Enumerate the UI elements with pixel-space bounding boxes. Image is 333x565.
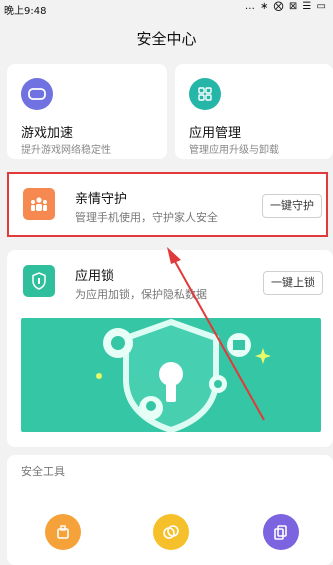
app-lock-button[interactable]: 一键上锁: [263, 271, 323, 295]
app-lock-title: 应用锁: [75, 269, 115, 284]
highlight-box: [7, 172, 328, 237]
status-icons: … ∗ ⨂ ⊠ ☰ ▭: [244, 1, 327, 12]
gamepad-icon: [21, 78, 53, 110]
app-manage-title: 应用管理: [189, 126, 242, 141]
game-boost-card[interactable]: 游戏加速 提升游戏网络稳定性: [7, 64, 167, 159]
copy-icon[interactable]: [263, 514, 299, 550]
app-lock-subtitle: 为应用加锁，保护隐私数据: [75, 288, 207, 301]
grid-icon: [189, 78, 221, 110]
cleaner-icon[interactable]: [45, 514, 81, 550]
app-manage-card[interactable]: 应用管理 管理应用升级与卸载: [175, 64, 333, 159]
rings-icon[interactable]: [153, 514, 189, 550]
game-boost-subtitle: 提升游戏网络稳定性: [21, 145, 111, 156]
game-boost-title: 游戏加速: [21, 126, 74, 141]
status-bar: 晚上9:48 … ∗ ⨂ ⊠ ☰ ▭: [0, 0, 333, 17]
page-title: 安全中心: [136, 30, 197, 48]
app-lock-banner: [21, 318, 321, 432]
status-time: 晚上9:48: [4, 6, 47, 17]
app-manage-subtitle: 管理应用升级与卸载: [189, 145, 279, 156]
shield-lock-illustration: [96, 318, 271, 432]
security-tools-label: 安全工具: [21, 465, 65, 478]
shield-icon: [23, 265, 55, 297]
